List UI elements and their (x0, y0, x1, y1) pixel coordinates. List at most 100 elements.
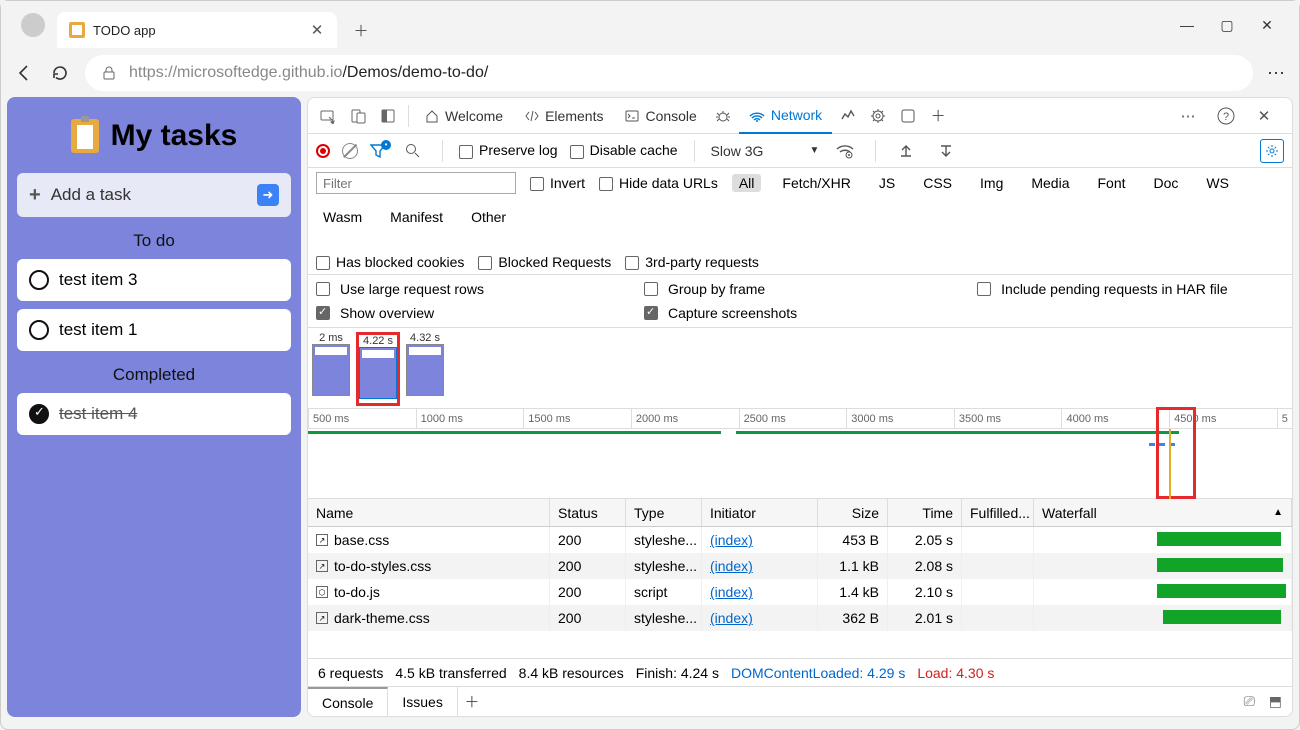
drawer-expand-icon[interactable]: ⬒ (1269, 693, 1282, 710)
show-overview-checkbox[interactable]: Show overview (316, 305, 484, 321)
type-pill[interactable]: Fetch/XHR (775, 174, 857, 192)
initiator-link[interactable]: (index) (710, 532, 753, 548)
capture-screenshots-checkbox[interactable]: Capture screenshots (644, 305, 797, 321)
initiator-link[interactable]: (index) (710, 610, 753, 626)
table-row[interactable]: ↗dark-theme.css 200 styleshe... (index) … (308, 605, 1292, 631)
table-header[interactable]: Name Status Type Initiator Size Time Ful… (308, 499, 1292, 527)
blocked-requests-checkbox[interactable]: Blocked Requests (478, 254, 611, 270)
dock-icon[interactable] (374, 102, 402, 130)
table-row[interactable]: ↗to-do-styles.css 200 styleshe... (index… (308, 553, 1292, 579)
tab-network[interactable]: Network (739, 98, 832, 134)
svg-text:?: ? (1223, 111, 1229, 123)
task-item-completed[interactable]: test item 4 (17, 393, 291, 435)
checkbox-checked-icon[interactable] (29, 404, 49, 424)
checkbox-icon[interactable] (29, 320, 49, 340)
filter-input[interactable] (316, 172, 516, 194)
minimize-icon[interactable]: — (1179, 17, 1195, 33)
initiator-link[interactable]: (index) (710, 558, 753, 574)
network-toolbar: • Preserve log Disable cache Slow 3G▼ (308, 134, 1292, 168)
pending-har-checkbox[interactable]: Include pending requests in HAR file (977, 281, 1227, 297)
file-icon: ⬡ (316, 586, 328, 598)
third-party-checkbox[interactable]: 3rd-party requests (625, 254, 759, 270)
address-bar[interactable]: https://microsoftedge.github.io/Demos/de… (85, 55, 1253, 91)
drawer-tab-issues[interactable]: Issues (388, 687, 457, 717)
invert-checkbox[interactable]: Invert (530, 175, 585, 191)
refresh-icon[interactable] (49, 62, 71, 84)
app-panel: My tasks + Add a task ➜ To do test item … (7, 97, 301, 717)
close-window-icon[interactable]: ✕ (1259, 17, 1275, 33)
group-by-frame-checkbox[interactable]: Group by frame (644, 281, 797, 297)
application-icon[interactable] (894, 102, 922, 130)
browser-menu-icon[interactable]: ⋯ (1267, 63, 1287, 84)
type-pill[interactable]: Media (1024, 174, 1076, 192)
table-row[interactable]: ⬡to-do.js 200 script (index) 1.4 kB 2.10… (308, 579, 1292, 605)
disable-cache-checkbox[interactable]: Disable cache (570, 142, 678, 158)
add-tab-icon[interactable]: ＋ (924, 102, 952, 130)
initiator-link[interactable]: (index) (710, 584, 753, 600)
type-pill[interactable]: WS (1199, 174, 1236, 192)
task-label: test item 3 (59, 270, 137, 290)
add-task-input[interactable]: + Add a task ➜ (17, 173, 291, 217)
column-fulfilled: Fulfilled... (962, 499, 1034, 526)
has-blocked-cookies-checkbox[interactable]: Has blocked cookies (316, 254, 464, 270)
task-item[interactable]: test item 3 (17, 259, 291, 301)
summary-transferred: 4.5 kB transferred (395, 665, 506, 681)
more-tools-icon[interactable]: ⋯ (1174, 102, 1202, 130)
tab-elements[interactable]: Elements (515, 98, 613, 134)
inspect-icon[interactable] (314, 102, 342, 130)
export-har-icon[interactable] (932, 137, 960, 165)
type-pill[interactable]: CSS (916, 174, 959, 192)
hide-data-urls-checkbox[interactable]: Hide data URLs (599, 175, 718, 191)
summary-dcl: DOMContentLoaded: 4.29 s (731, 665, 905, 681)
network-settings-icon[interactable] (1260, 139, 1284, 163)
drawer-add-icon[interactable]: ＋ (458, 688, 486, 716)
type-pill[interactable]: Font (1091, 174, 1133, 192)
bug-icon[interactable] (709, 102, 737, 130)
search-icon[interactable] (398, 137, 426, 165)
todo-section-label: To do (17, 231, 291, 251)
large-rows-checkbox[interactable]: Use large request rows (316, 281, 484, 297)
table-row[interactable]: ↗base.css 200 styleshe... (index) 453 B … (308, 527, 1292, 553)
preserve-log-checkbox[interactable]: Preserve log (459, 142, 558, 158)
record-icon[interactable] (316, 144, 330, 158)
network-conditions-icon[interactable] (831, 137, 859, 165)
type-pill[interactable]: Wasm (316, 208, 369, 226)
close-tab-icon[interactable]: ✕ (309, 22, 325, 38)
tab-console[interactable]: Console (615, 98, 706, 134)
type-pill[interactable]: Other (464, 208, 513, 226)
type-pill-all[interactable]: All (732, 174, 762, 192)
column-type: Type (626, 499, 702, 526)
filmstrip-frame-highlighted[interactable]: 4.22 s (356, 332, 400, 406)
checkbox-icon[interactable] (29, 270, 49, 290)
type-pill[interactable]: Doc (1147, 174, 1186, 192)
filmstrip-frame[interactable]: 2 ms (312, 332, 350, 406)
filter-icon[interactable]: • (370, 144, 386, 158)
browser-tab[interactable]: TODO app ✕ (57, 12, 337, 48)
type-pill[interactable]: Manifest (383, 208, 450, 226)
drawer-dock-icon[interactable]: ⎚ (1244, 693, 1255, 710)
column-waterfall: Waterfall▲ (1034, 499, 1292, 526)
tab-welcome[interactable]: Welcome (415, 98, 513, 134)
drawer-tab-console[interactable]: Console (308, 687, 388, 717)
import-har-icon[interactable] (892, 137, 920, 165)
new-tab-button[interactable]: ＋ (353, 22, 369, 38)
performance-icon[interactable] (834, 102, 862, 130)
close-devtools-icon[interactable]: ✕ (1250, 102, 1278, 130)
window-controls: — ▢ ✕ (1179, 17, 1291, 33)
tab-favicon (69, 22, 85, 38)
device-icon[interactable] (344, 102, 372, 130)
submit-task-icon[interactable]: ➜ (257, 184, 279, 206)
clear-icon[interactable] (342, 143, 358, 159)
filmstrip-frame[interactable]: 4.32 s (406, 332, 444, 406)
profile-avatar[interactable] (21, 13, 45, 37)
throttling-select[interactable]: Slow 3G▼ (711, 143, 820, 159)
type-pill[interactable]: JS (872, 174, 902, 192)
maximize-icon[interactable]: ▢ (1219, 17, 1235, 33)
overview-timeline[interactable]: 500 ms 1000 ms 1500 ms 2000 ms 2500 ms 3… (308, 409, 1292, 499)
help-icon[interactable]: ? (1212, 102, 1240, 130)
memory-icon[interactable] (864, 102, 892, 130)
type-pill[interactable]: Img (973, 174, 1010, 192)
back-icon[interactable] (13, 62, 35, 84)
task-item[interactable]: test item 1 (17, 309, 291, 351)
column-initiator: Initiator (702, 499, 818, 526)
